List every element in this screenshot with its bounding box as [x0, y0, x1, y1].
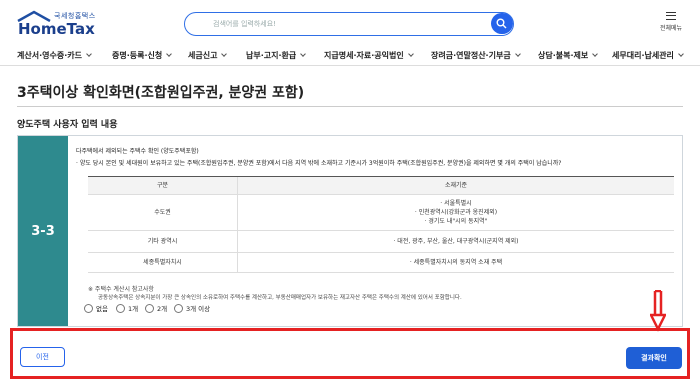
hometax-logo[interactable]: 국세청홈택스 HomeTax [16, 10, 96, 38]
radio-icon[interactable] [174, 303, 183, 313]
table-cell-location: · 대전, 광주, 부산, 울산, 대구광역시(군지역 제외) [393, 238, 519, 245]
radio-icon[interactable] [145, 303, 154, 313]
highlight-box [10, 328, 690, 379]
search-button[interactable] [491, 13, 513, 34]
note-text: 공동상속주택은 상속지분이 가장 큰 상속인의 소유로하여 주택수를 계산하고,… [98, 295, 462, 301]
chevron-down-icon [592, 51, 599, 57]
table-header-category: 구분 [88, 177, 238, 194]
table-cell-category: 수도권 [88, 195, 238, 230]
nav-item-invoice[interactable]: 계산서·영수증·카드 [17, 50, 92, 61]
arrow-down-icon [650, 290, 666, 332]
all-menu-button[interactable]: 전체메뉴 [656, 12, 686, 40]
table-cell-category: 세종특별자치시 [88, 253, 238, 272]
radio-icon[interactable] [84, 303, 93, 313]
section-title: 양도주택 사용자 입력 내용 [17, 120, 118, 130]
nav-item-agent[interactable]: 세무대리·납세관리 [612, 50, 684, 61]
chevron-down-icon [86, 51, 92, 57]
main-nav: 계산서·영수증·카드 증명·등록·신청 세금신고 납부·고지·환급 지급명세·자… [0, 44, 700, 66]
option-two[interactable]: 2개 [145, 303, 167, 314]
option-one[interactable]: 1개 [116, 303, 138, 314]
chevron-down-icon [300, 51, 307, 57]
step-number: 3-3 [31, 224, 55, 239]
logo-title: HomeTax [18, 20, 95, 38]
chevron-down-icon [678, 51, 684, 57]
chevron-down-icon [407, 51, 414, 57]
table-row: 세종특별자치시 · 세종특별자치시의 동지역 소재 주택 [88, 253, 674, 273]
note-title: ※ 주택수 계산시 참고사항 [88, 286, 154, 293]
all-menu-label: 전체메뉴 [659, 25, 683, 32]
hamburger-icon [666, 12, 676, 20]
title-divider [17, 106, 683, 107]
table-row: 수도권 · 서울특별시 · 인천광역시(강화군과 옹진제외) · 경기도 내"시… [88, 195, 674, 231]
chevron-down-icon [166, 51, 173, 57]
chevron-down-icon [514, 51, 521, 57]
table-cell-category: 기타 광역시 [88, 231, 238, 252]
nav-item-settlement[interactable]: 장려금·연말정산·기부금 [431, 50, 521, 61]
question-text: · 양도 당시 본인 및 세대원이 보유하고 있는 주택(조합원입주권, 분양권… [76, 160, 562, 167]
search-box[interactable]: 검색어를 입력하세요! [184, 12, 514, 36]
table-cell-location: · 서울특별시 · 인천광역시(강화군과 옹진제외) · 경기도 내"시의 동지… [414, 200, 498, 225]
nav-item-statements[interactable]: 지급명세·자료·공익법인 [324, 50, 414, 61]
table-header-row: 구분 소재기준 [88, 177, 674, 195]
table-row: 기타 광역시 · 대전, 광주, 부산, 울산, 대구광역시(군지역 제외) [88, 231, 674, 253]
region-table: 구분 소재기준 수도권 · 서울특별시 · 인천광역시(강화군과 옹진제외) ·… [88, 176, 674, 273]
step-indicator: 3-3 [18, 136, 68, 326]
option-three-plus[interactable]: 3개 이상 [174, 303, 210, 314]
question-title: 다주택에서 제외되는 주택수 확인 (양도주택포함) [76, 148, 199, 155]
question-panel: 3-3 다주택에서 제외되는 주택수 확인 (양도주택포함) · 양도 당시 본… [17, 135, 683, 327]
page-title: 3주택이상 확인화면(조합원입주권, 분양권 포함) [17, 85, 305, 101]
nav-item-payment[interactable]: 납부·고지·환급 [246, 50, 307, 61]
option-none[interactable]: 없음 [84, 303, 108, 314]
table-cell-location: · 세종특별자치시의 동지역 소재 주택 [409, 259, 503, 266]
search-input[interactable]: 검색어를 입력하세요! [213, 19, 276, 29]
nav-item-certificate[interactable]: 증명·등록·신청 [112, 50, 173, 61]
chevron-down-icon [221, 51, 228, 57]
site-header: 국세청홈택스 HomeTax 검색어를 입력하세요! 전체메뉴 [0, 0, 700, 44]
nav-item-tax-report[interactable]: 세금신고 [188, 50, 228, 61]
radio-icon[interactable] [116, 303, 125, 313]
search-icon [496, 18, 507, 29]
table-header-location: 소재기준 [444, 182, 468, 189]
nav-item-consult[interactable]: 상담·불복·제보 [538, 50, 599, 61]
